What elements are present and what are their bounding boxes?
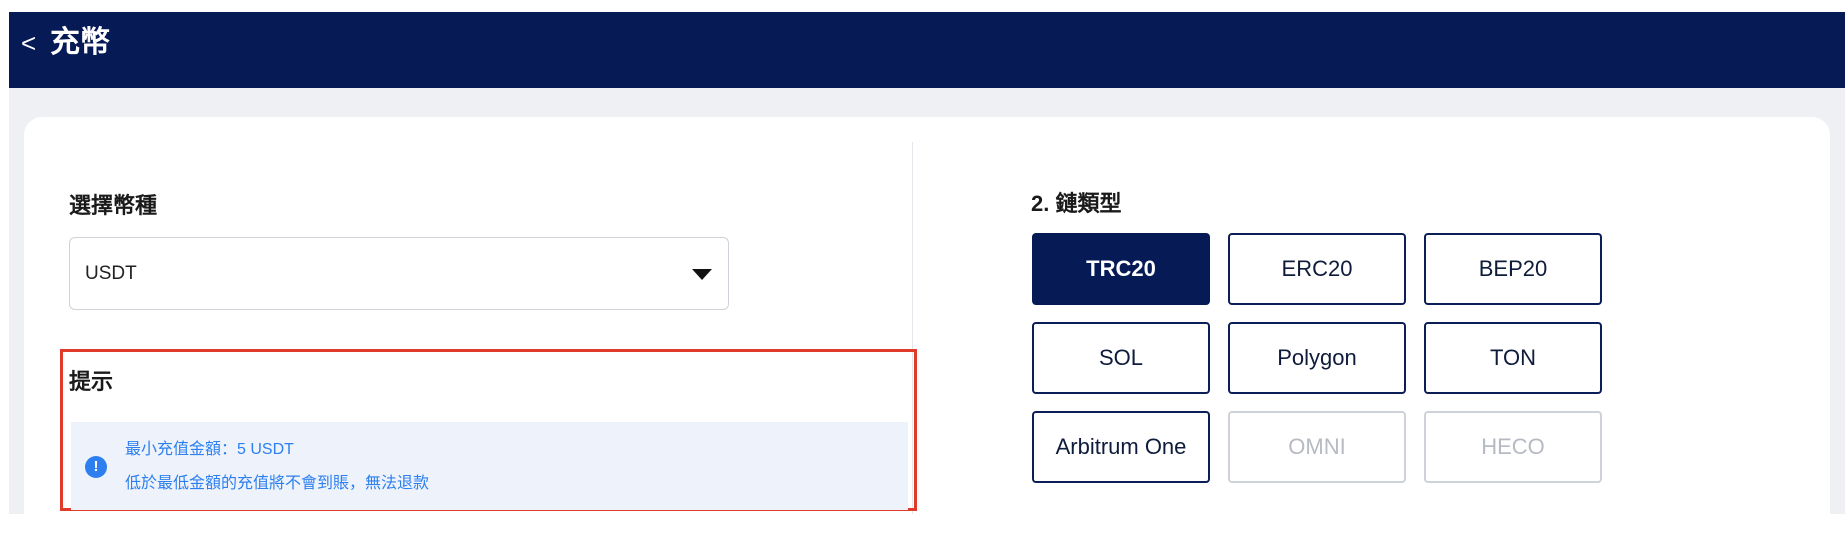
currency-select[interactable]: USDT	[69, 237, 729, 310]
tip-label: 提示	[69, 369, 114, 394]
chain-option-bep20[interactable]: BEP20	[1424, 233, 1602, 305]
chain-option-arbitrum-one[interactable]: Arbitrum One	[1032, 411, 1210, 483]
top-bar: < 充幣	[9, 12, 1845, 88]
page-title: 充幣	[50, 26, 110, 59]
currency-select-value: USDT	[85, 263, 137, 284]
chain-option-polygon[interactable]: Polygon	[1228, 322, 1406, 394]
chain-option-heco: HECO	[1424, 411, 1602, 483]
chain-type-label: 2. 鏈類型	[1031, 191, 1122, 216]
chain-option-omni: OMNI	[1228, 411, 1406, 483]
min-deposit-notice: ! 最小充值金額：5 USDT 低於最低金額的充值將不會到賬，無法退款	[71, 422, 908, 510]
back-chevron-icon[interactable]: <	[21, 28, 36, 58]
min-deposit-warning: 低於最低金額的充值將不會到賬，無法退款	[125, 475, 430, 492]
currency-label: 選擇幣種	[69, 193, 158, 218]
info-icon: !	[85, 456, 107, 478]
min-deposit-text: 最小充值金額：5 USDT	[125, 441, 294, 458]
chain-option-sol[interactable]: SOL	[1032, 322, 1210, 394]
chain-option-ton[interactable]: TON	[1424, 322, 1602, 394]
tip-box-highlight: 提示 ! 最小充值金額：5 USDT 低於最低金額的充值將不會到賬，無法退款	[60, 349, 917, 511]
chain-option-trc20[interactable]: TRC20	[1032, 233, 1210, 305]
deposit-screen: < 充幣 選擇幣種 USDT 提示 ! 最小充值金額：5 USDT 低於最低金額…	[9, 12, 1845, 514]
chain-option-erc20[interactable]: ERC20	[1228, 233, 1406, 305]
caret-down-icon	[692, 269, 712, 280]
